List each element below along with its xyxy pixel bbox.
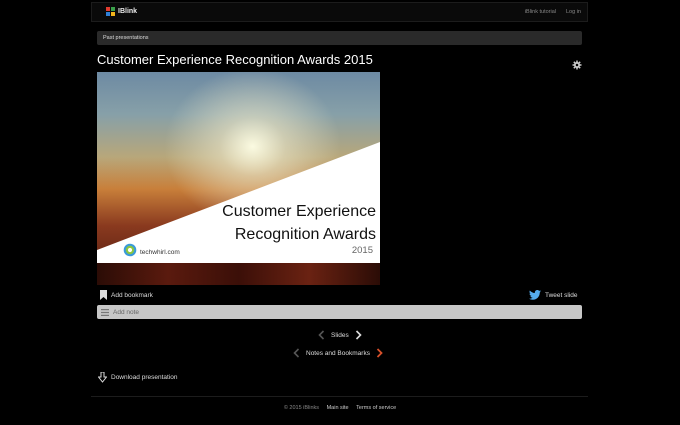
techwhirl-logo-icon	[123, 243, 137, 257]
notes-next-chevron-icon[interactable]	[376, 348, 383, 358]
add-note-placeholder: Add note	[113, 308, 140, 316]
brand-name: IBlink	[118, 8, 138, 15]
menu-lines-icon	[101, 308, 109, 316]
add-bookmark-label: Add bookmark	[111, 291, 153, 299]
footer-main-site-link[interactable]: Main site	[327, 405, 349, 411]
tweet-slide-label: Tweet slide	[545, 291, 578, 299]
footer-divider	[91, 396, 588, 397]
tutorial-link[interactable]: iBlink tutorial	[525, 9, 556, 15]
iblink-logo-icon	[106, 7, 115, 16]
slides-pager-label: Slides	[331, 331, 349, 339]
slides-prev-chevron-icon[interactable]	[318, 330, 325, 340]
notes-pager: Notes and Bookmarks	[293, 348, 383, 358]
footer-copyright: © 2015 iBlinks	[283, 405, 320, 411]
brand[interactable]: IBlink	[106, 7, 137, 16]
slide-title-line1: Customer Experience	[222, 203, 376, 220]
footer: © 2015 iBlinks Main site Terms of servic…	[0, 405, 680, 411]
footer-terms-link[interactable]: Terms of service	[356, 405, 396, 411]
download-arrow-icon	[98, 372, 107, 383]
add-bookmark-button[interactable]: Add bookmark	[100, 290, 153, 300]
bookmark-icon	[100, 290, 107, 300]
breadcrumb-past-presentations[interactable]: Past presentations	[103, 35, 149, 41]
tweet-slide-button[interactable]: Tweet slide	[529, 290, 578, 300]
twitter-bird-icon	[529, 290, 541, 300]
add-note-input[interactable]: Add note	[97, 305, 582, 319]
slide-logo-text: techwhirl.com	[140, 249, 180, 256]
download-presentation-label: Download presentation	[111, 374, 178, 381]
slide-year: 2015	[351, 245, 373, 256]
breadcrumb: Past presentations	[97, 31, 582, 45]
login-link[interactable]: Log in	[566, 9, 581, 15]
slides-pager: Slides	[318, 330, 362, 340]
top-nav-links: iBlink tutorial Log in	[525, 9, 581, 15]
slide-title-line2: Recognition Awards	[234, 226, 376, 243]
notes-pager-label: Notes and Bookmarks	[306, 349, 370, 357]
gear-icon[interactable]	[572, 60, 582, 70]
slide-image[interactable]: Customer Experience Recognition Awards 2…	[97, 72, 380, 285]
download-presentation-button[interactable]: Download presentation	[98, 372, 178, 383]
notes-prev-chevron-icon[interactable]	[293, 348, 300, 358]
top-navbar: IBlink iBlink tutorial Log in	[91, 2, 588, 22]
slide-bottom-strip	[97, 263, 380, 285]
page-title: Customer Experience Recognition Awards 2…	[97, 52, 373, 67]
slides-next-chevron-icon[interactable]	[355, 330, 362, 340]
